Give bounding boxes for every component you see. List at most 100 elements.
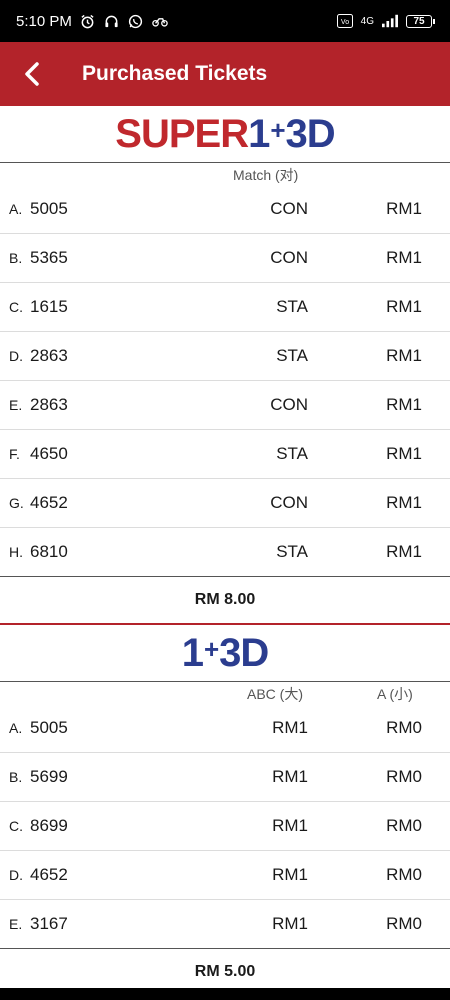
plain-total: RM 5.00 [194,963,256,980]
plain-column-header: ABC (大) A (小) [0,682,450,704]
logo-3d-text: 3D [285,111,336,156]
status-time: 5:10 PM [16,12,72,30]
system-nav-bar [0,988,450,1000]
logo-super-text: SUPER [115,111,249,156]
super-column-header: Match (对) [0,163,450,185]
row-letter: A. [9,720,23,736]
ticket-row: C. 8699 RM1 RM0 [0,802,450,851]
ticket-row: E. 3167 RM1 RM0 [0,900,450,949]
row-letter: H. [9,544,23,560]
bike-icon [152,13,168,29]
volte-icon: Vo [336,13,353,29]
bet-amount: RM1 [386,248,422,267]
abc-header: ABC (大) [247,686,303,702]
bet-type: STA [276,346,308,365]
ticket-row: D. 2863 STA RM1 [0,332,450,381]
bet-type: CON [270,248,308,267]
alarm-icon [80,13,96,29]
bet-amount: RM1 [386,297,422,316]
ticket-row: C. 1615 STA RM1 [0,283,450,332]
logo-one-text: 1 [248,111,270,156]
ticket-number: 1615 [30,297,68,316]
row-letter: F. [9,446,20,462]
ticket-number: 4652 [30,493,68,512]
bet-amount: RM1 [386,199,422,218]
bet-type: CON [270,199,308,218]
ticket-number: 3167 [30,914,68,933]
whatsapp-icon [128,13,144,29]
ticket-number: 5005 [30,199,68,218]
ticket-row: B. 5365 CON RM1 [0,234,450,283]
ticket-number: 4652 [30,865,68,884]
ticket-row: H. 6810 STA RM1 [0,528,450,577]
ticket-row: G. 4652 CON RM1 [0,479,450,528]
super-total: RM 8.00 [194,591,256,608]
a-amount: RM0 [386,914,422,933]
headset-icon [104,13,120,29]
row-letter: B. [9,769,23,785]
logo-one-text: 1 [181,630,204,675]
abc-amount: RM1 [272,718,308,737]
ticket-number: 5005 [30,718,68,737]
row-letter: A. [9,201,23,217]
bet-amount: RM1 [386,444,422,463]
page-title: Purchased Tickets [82,62,268,85]
ticket-number: 8699 [30,816,68,835]
back-button[interactable] [0,42,64,106]
svg-text:Vo: Vo [341,19,349,26]
ticket-list[interactable]: SUPER 1 + 3D Match (对) A. 5005 CON RM1 B… [0,106,450,988]
status-right: Vo 4G 75 [336,13,435,29]
abc-amount: RM1 [272,865,308,884]
bet-amount: RM1 [386,542,422,561]
row-letter: C. [9,818,23,834]
status-left: 5:10 PM [16,13,168,30]
bet-type: STA [276,542,308,561]
battery-level: 75 [413,15,425,27]
row-letter: D. [9,867,23,883]
a-amount: RM0 [386,767,422,786]
a-header: A (小) [377,686,413,702]
ticket-row: A. 5005 CON RM1 [0,185,450,234]
a-amount: RM0 [386,718,422,737]
bet-type: STA [276,444,308,463]
row-letter: C. [9,299,23,315]
row-letter: E. [9,397,23,413]
ticket-row: B. 5699 RM1 RM0 [0,753,450,802]
abc-amount: RM1 [272,767,308,786]
app-bar: Purchased Tickets [0,42,450,106]
bet-amount: RM1 [386,346,422,365]
bet-amount: RM1 [386,395,422,414]
bet-type: CON [270,493,308,512]
chevron-left-icon [25,62,39,86]
a-amount: RM0 [386,865,422,884]
row-letter: G. [9,495,24,511]
ticket-number: 5365 [30,248,68,267]
logo-plus-text: + [270,114,285,145]
bet-type: STA [276,297,308,316]
ticket-row: F. 4650 STA RM1 [0,430,450,479]
logo-plus-text: + [203,633,219,664]
ticket-number: 2863 [30,395,68,414]
network-type: 4G [360,15,374,27]
battery-icon: 75 [406,14,435,28]
ticket-number: 6810 [30,542,68,561]
ticket-number: 4650 [30,444,68,463]
abc-amount: RM1 [272,914,308,933]
bet-type: CON [270,395,308,414]
a-amount: RM0 [386,816,422,835]
ticket-number: 2863 [30,346,68,365]
abc-amount: RM1 [272,816,308,835]
super-1-3d-logo: SUPER 1 + 3D [0,106,450,163]
row-letter: E. [9,916,23,932]
row-letter: B. [9,250,23,266]
1-3d-logo: 1 + 3D [0,625,450,682]
status-bar: 5:10 PM Vo 4G 75 [0,0,450,42]
match-header: Match (对) [233,167,299,183]
ticket-number: 5699 [30,767,68,786]
signal-icon [382,13,398,29]
logo-3d-text: 3D [219,630,269,675]
ticket-row: D. 4652 RM1 RM0 [0,851,450,900]
bet-amount: RM1 [386,493,422,512]
ticket-row: A. 5005 RM1 RM0 [0,704,450,753]
row-letter: D. [9,348,23,364]
